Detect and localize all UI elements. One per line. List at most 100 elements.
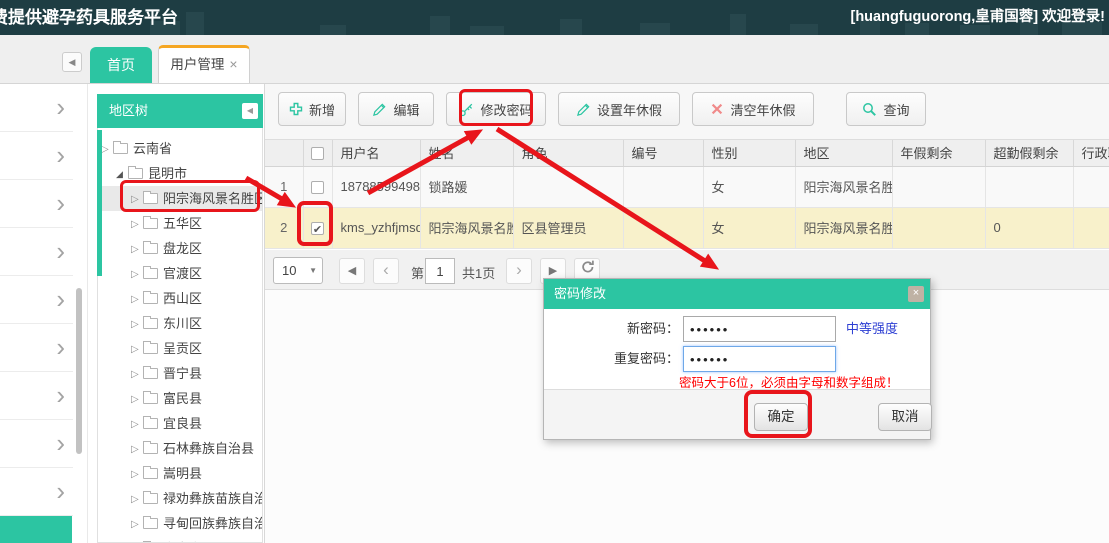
folder-icon: [113, 141, 128, 154]
sidebar-menu-item[interactable]: ›: [0, 420, 73, 468]
select-all-checkbox[interactable]: [311, 147, 324, 161]
ok-button[interactable]: 确定: [754, 403, 808, 431]
plus-icon: [289, 102, 303, 116]
sidebar-menu-item[interactable]: ›: [0, 276, 73, 324]
expand-arrow-icon[interactable]: ▷: [131, 487, 143, 511]
tree-node[interactable]: ▷ 宜良县: [98, 411, 262, 436]
col-role[interactable]: 角色: [513, 140, 624, 167]
tree-node[interactable]: ▷ 西山区: [98, 286, 262, 311]
region-tree-header: 地区树 ◀: [97, 94, 263, 128]
col-admin[interactable]: 行政职务: [1073, 140, 1109, 167]
close-icon[interactable]: ×: [229, 56, 237, 72]
expand-arrow-icon[interactable]: ▷: [131, 262, 143, 286]
tree-node[interactable]: ▷禄劝彝族苗族自治县: [98, 486, 262, 511]
table-row-selected[interactable]: 2 ✔ kms_yzhfjmsq 阳宗海风景名胜 区县管理员 女 阳宗海风景名胜…: [265, 207, 1109, 249]
tree-node[interactable]: ▷寻甸回族彝族自治县: [98, 511, 262, 536]
expand-arrow-icon[interactable]: ▷: [131, 537, 143, 542]
tree-node[interactable]: ▷ 五华区: [98, 211, 262, 236]
first-page-button[interactable]: ◀: [339, 258, 365, 284]
sidebar-scrollbar-thumb[interactable]: [76, 288, 82, 454]
add-button[interactable]: 新增: [278, 92, 346, 126]
expand-arrow-icon[interactable]: ▷: [131, 187, 143, 211]
tab-home[interactable]: 首页: [90, 47, 152, 83]
collapse-arrow-icon[interactable]: ◢: [116, 162, 128, 186]
tree-scrollbar-accent[interactable]: [97, 130, 102, 276]
col-overtime-left[interactable]: 超勤假剩余: [985, 140, 1074, 167]
col-username[interactable]: 用户名: [332, 140, 421, 167]
table-row[interactable]: 1 18788599498 锁路媛 女 阳宗海风景名胜: [265, 166, 1109, 208]
page-number-input[interactable]: [425, 258, 455, 284]
dialog-header[interactable]: 密码修改 ×: [544, 279, 930, 309]
tree-node[interactable]: ▷安宁市: [98, 536, 262, 542]
expand-arrow-icon[interactable]: ▷: [131, 212, 143, 236]
folder-icon: [143, 466, 158, 479]
clear-annual-leave-button[interactable]: 清空年休假: [692, 92, 814, 126]
col-code[interactable]: 编号: [623, 140, 704, 167]
edit-button[interactable]: 编辑: [358, 92, 434, 126]
col-checkbox: [303, 140, 333, 167]
topbar: 费提供避孕药具服务平台 [huangfuguorong,皇甫国蓉] 欢迎登录!: [0, 0, 1109, 35]
sidebar-menu-item[interactable]: ›: [0, 372, 73, 420]
expand-arrow-icon[interactable]: ▷: [131, 237, 143, 261]
new-password-field[interactable]: [683, 316, 836, 342]
expand-arrow-icon[interactable]: ▷: [131, 412, 143, 436]
chevron-right-icon: ›: [56, 140, 65, 170]
password-change-dialog: 密码修改 × 新密码： 中等强度 重复密码： 密码大于6位，必须由字母和数字组成…: [543, 278, 932, 440]
tree-node-selected[interactable]: ▷ 阳宗海风景名胜区: [98, 186, 262, 211]
expand-arrow-icon[interactable]: ▷: [131, 387, 143, 411]
page-total-label: 共1页: [462, 266, 496, 281]
sidebar-menu-item-active[interactable]: [0, 516, 72, 543]
tree-node[interactable]: ◢ 昆明市: [98, 161, 262, 186]
tree-node[interactable]: ▷ 云南省: [98, 136, 262, 161]
folder-icon: [143, 341, 158, 354]
sidebar-menu-item[interactable]: ›: [0, 468, 73, 516]
prev-page-button[interactable]: ‹: [373, 258, 399, 284]
row-checkbox-checked[interactable]: ✔: [311, 222, 324, 236]
tree-node[interactable]: ▷ 盘龙区: [98, 236, 262, 261]
tree-node[interactable]: ▷ 东川区: [98, 311, 262, 336]
tree-node[interactable]: ▷ 晋宁县: [98, 361, 262, 386]
sidebar-menu-item[interactable]: ›: [0, 324, 73, 372]
query-button[interactable]: 查询: [846, 92, 926, 126]
col-name[interactable]: 姓名: [420, 140, 514, 167]
sidebar-menu-item[interactable]: ›: [0, 132, 73, 180]
expand-arrow-icon[interactable]: ▷: [131, 437, 143, 461]
row-checkbox[interactable]: [311, 181, 324, 195]
change-password-button[interactable]: 修改密码: [446, 92, 546, 126]
set-annual-leave-button[interactable]: 设置年休假: [558, 92, 680, 126]
next-page-button[interactable]: ›: [506, 258, 532, 284]
new-password-label: 新密码：: [626, 321, 679, 336]
sidebar-collapse-button[interactable]: ◀: [62, 52, 82, 72]
folder-icon: [128, 166, 143, 179]
user-table: 用户名 姓名 角色 编号 性别 地区 年假剩余 超勤假剩余 行政职务 1: [265, 139, 1109, 250]
expand-arrow-icon[interactable]: ▷: [131, 462, 143, 486]
repeat-password-field[interactable]: [683, 346, 836, 372]
chevron-right-icon: ›: [56, 380, 65, 410]
tree-node[interactable]: ▷ 石林彝族自治县: [98, 436, 262, 461]
tree-collapse-button[interactable]: ◀: [242, 103, 258, 119]
page-size-select[interactable]: 10 ▼: [273, 257, 323, 284]
expand-arrow-icon[interactable]: ▷: [131, 337, 143, 361]
sidebar-menu-item[interactable]: ›: [0, 180, 73, 228]
tree-node[interactable]: ▷ 富民县: [98, 386, 262, 411]
col-rownum: [265, 140, 304, 167]
dialog-close-button[interactable]: ×: [908, 286, 924, 302]
tree-node[interactable]: ▷ 嵩明县: [98, 461, 262, 486]
tree-node[interactable]: ▷ 呈贡区: [98, 336, 262, 361]
expand-arrow-icon[interactable]: ▷: [131, 287, 143, 311]
expand-arrow-icon[interactable]: ▷: [131, 512, 143, 536]
sidebar-menu-item[interactable]: ›: [0, 84, 73, 132]
expand-arrow-icon[interactable]: ▷: [131, 312, 143, 336]
last-page-icon: ▶: [548, 265, 558, 277]
tab-user-management[interactable]: 用户管理 ×: [158, 45, 250, 83]
col-gender[interactable]: 性别: [703, 140, 796, 167]
chevron-right-icon: ›: [56, 332, 65, 362]
expand-arrow-icon[interactable]: ▷: [101, 137, 113, 161]
col-annual-left[interactable]: 年假剩余: [892, 140, 986, 167]
tree-node[interactable]: ▷ 官渡区: [98, 261, 262, 286]
sidebar-menu-item[interactable]: ›: [0, 228, 73, 276]
col-region[interactable]: 地区: [795, 140, 893, 167]
cancel-button[interactable]: 取消: [878, 403, 932, 431]
expand-arrow-icon[interactable]: ▷: [131, 362, 143, 386]
password-strength-text: 中等强度: [846, 321, 899, 336]
